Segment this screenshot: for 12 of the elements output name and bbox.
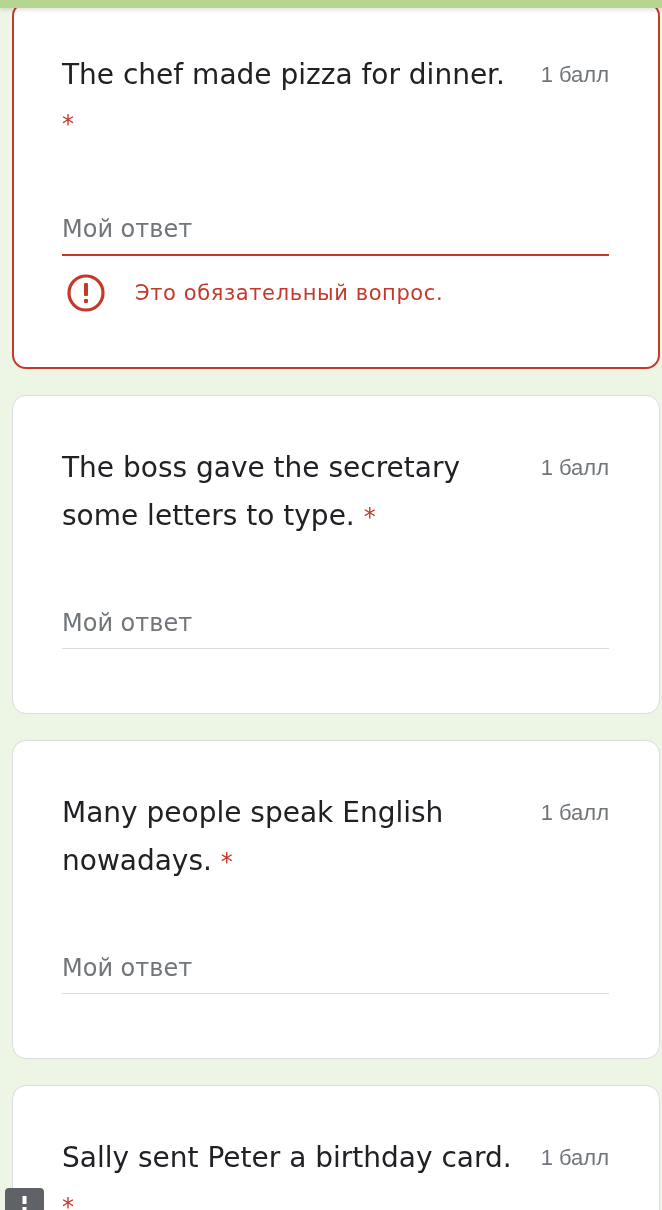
points-label: 1 балл [540, 1144, 609, 1172]
question-title: Many people speak English nowadays. * [62, 795, 445, 879]
question-title: The chef made pizza for dinner. * [62, 57, 506, 140]
points-label: 1 балл [540, 799, 609, 827]
question-title: The boss gave the secretary some letters to type. * [62, 450, 461, 534]
points-label: 1 балл [540, 61, 609, 89]
error-message: Это обязательный вопрос. [135, 281, 444, 305]
exclamation-icon[interactable] [5, 1188, 44, 1210]
answer-field[interactable]: Мой ответ [62, 204, 609, 256]
error-icon [67, 274, 105, 312]
points-label: 1 балл [540, 454, 609, 482]
question-title: Sally sent Peter a birthday card. * [62, 1140, 513, 1210]
